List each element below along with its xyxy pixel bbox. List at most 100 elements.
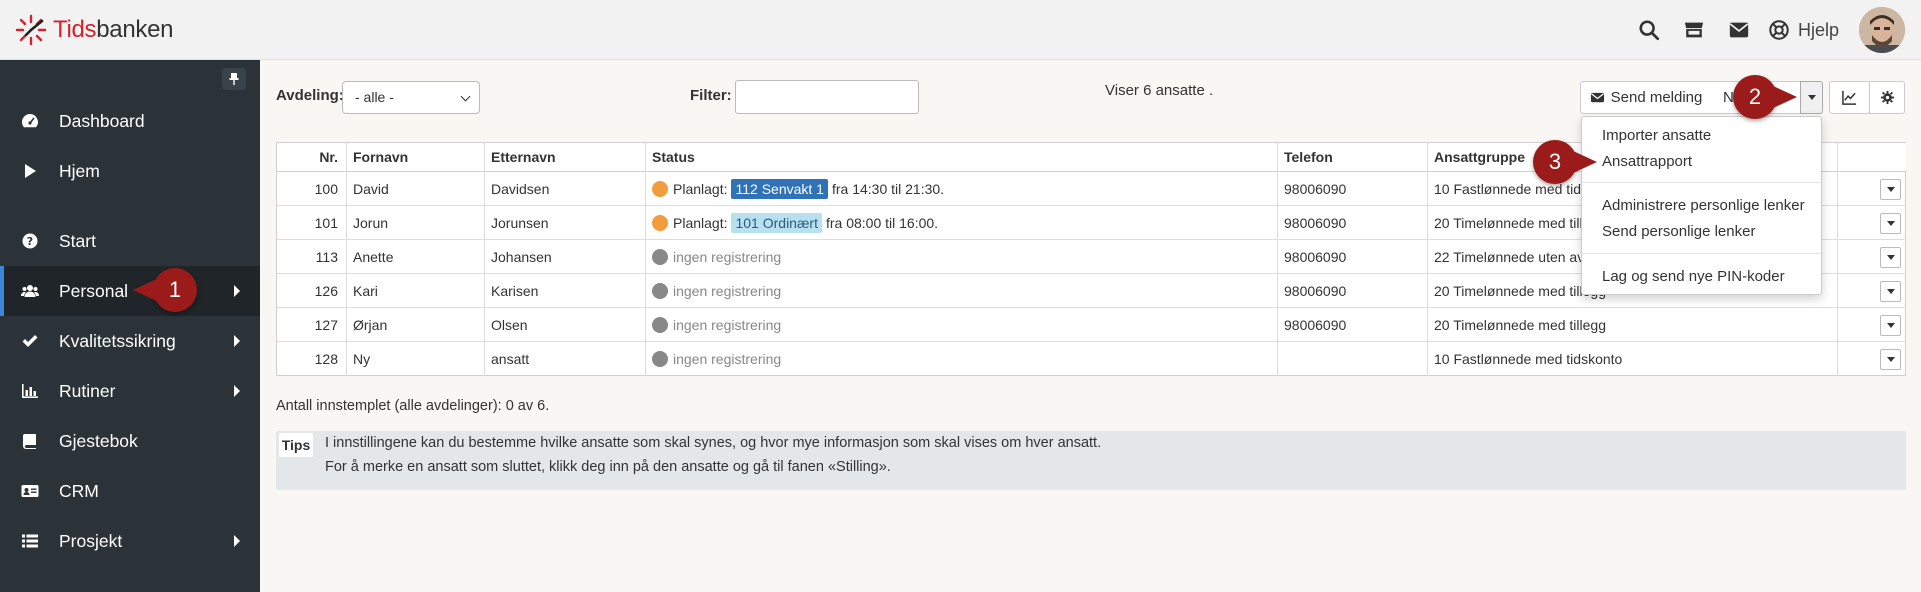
table-cell-status: ingen registrering — [646, 308, 1278, 342]
column-header-phone[interactable]: Telefon — [1278, 143, 1428, 172]
table-cell-last-name: ansatt — [485, 342, 646, 376]
row-actions-button[interactable] — [1880, 281, 1901, 302]
callout-step-3: 3 — [1533, 140, 1597, 184]
pin-sidebar-button[interactable] — [222, 68, 246, 90]
sidebar-item-dashboard[interactable]: Dashboard — [0, 96, 260, 146]
table-cell-nr: 101 — [277, 206, 347, 240]
status-none-icon — [652, 282, 668, 299]
row-actions-button[interactable] — [1880, 247, 1901, 268]
more-actions-dropdown-toggle[interactable] — [1800, 81, 1823, 114]
row-actions-button[interactable] — [1880, 179, 1901, 200]
sidebar-item-hjem[interactable]: Hjem — [0, 146, 260, 196]
user-photo-icon — [1859, 7, 1905, 53]
menu-item-employee-report[interactable]: Ansattrapport — [1602, 153, 1692, 170]
table-cell-employee-group: 10 Fastlønnede med tidskonto — [1428, 342, 1838, 376]
settings-button[interactable] — [1869, 81, 1905, 114]
store-icon — [1685, 22, 1704, 38]
showing-count-text: Viser 6 ansatte . — [1105, 82, 1214, 99]
help-button[interactable]: Hjelp — [1768, 19, 1839, 41]
table-cell-last-name: Davidsen — [485, 172, 646, 206]
bar-chart-icon — [21, 382, 39, 400]
row-actions-button[interactable] — [1880, 349, 1901, 370]
table-cell-first-name: David — [347, 172, 485, 206]
table-cell-nr: 126 — [277, 274, 347, 308]
sidebar: Dashboard Hjem ? Start Personal Kvalitet… — [0, 60, 260, 592]
caret-down-icon — [1886, 289, 1895, 294]
filter-input[interactable] — [735, 80, 919, 114]
dashboard-icon — [21, 112, 39, 130]
search-button[interactable] — [1627, 0, 1672, 60]
brand-logo[interactable]: Tidsbanken — [14, 13, 174, 47]
menu-item-manage-personal-links[interactable]: Administrere personlige lenker — [1602, 197, 1805, 214]
statistics-button[interactable] — [1829, 81, 1870, 114]
table-cell-first-name: Kari — [347, 274, 485, 308]
caret-down-icon — [1886, 323, 1895, 328]
users-icon — [21, 282, 39, 300]
sidebar-item-crm[interactable]: CRM — [0, 466, 260, 516]
envelope-icon — [1730, 22, 1749, 38]
status-planned-icon — [652, 214, 668, 231]
table-cell-phone: 98006090 — [1278, 172, 1428, 206]
table-cell-status: ingen registrering — [646, 240, 1278, 274]
line-chart-icon — [1842, 90, 1857, 105]
column-header-nr[interactable]: Nr. — [277, 143, 347, 172]
messages-button[interactable] — [1717, 0, 1762, 60]
caret-down-icon — [1807, 95, 1816, 100]
brand-name: Tidsbanken — [53, 16, 174, 43]
table-cell-nr: 127 — [277, 308, 347, 342]
table-cell-first-name: Ny — [347, 342, 485, 376]
store-button[interactable] — [1672, 0, 1717, 60]
table-cell-last-name: Johansen — [485, 240, 646, 274]
sidebar-item-prosjekt[interactable]: Prosjekt — [0, 516, 260, 566]
svg-text:?: ? — [27, 235, 33, 248]
menu-item-send-personal-links[interactable]: Send personlige lenker — [1602, 223, 1755, 240]
tips-box: Tips I innstillingene kan du bestemme hv… — [276, 431, 1906, 490]
column-header-actions — [1838, 143, 1906, 172]
check-icon — [21, 332, 39, 350]
tips-line-2: For å merke en ansatt som sluttet, klikk… — [325, 459, 891, 475]
book-icon — [21, 432, 39, 450]
send-message-button[interactable]: Send melding — [1580, 81, 1712, 114]
row-actions-button[interactable] — [1880, 213, 1901, 234]
table-cell-phone: 98006090 — [1278, 308, 1428, 342]
table-cell-phone — [1278, 342, 1428, 376]
clock-logo-icon — [15, 14, 47, 46]
status-planned-icon — [652, 180, 668, 197]
help-label: Hjelp — [1797, 19, 1839, 40]
column-header-status[interactable]: Status — [646, 143, 1278, 172]
expand-arrow-icon — [234, 285, 240, 297]
clocked-in-summary: Antall innstemplet (alle avdelinger): 0 … — [276, 398, 550, 414]
shift-badge: 101 Ordinært — [731, 212, 822, 233]
tips-label: Tips — [279, 433, 313, 457]
table-cell-first-name: Ørjan — [347, 308, 485, 342]
table-cell-first-name: Jorun — [347, 206, 485, 240]
column-header-first-name[interactable]: Fornavn — [347, 143, 485, 172]
sidebar-item-rutiner[interactable]: Rutiner — [0, 366, 260, 416]
sidebar-item-gjestebok[interactable]: Gjestebok — [0, 416, 260, 466]
table-cell-phone: 98006090 — [1278, 240, 1428, 274]
sidebar-item-personal[interactable]: Personal — [0, 266, 260, 316]
department-select[interactable]: - alle - — [342, 81, 480, 114]
question-circle-icon: ? — [21, 232, 39, 250]
menu-item-import-employees[interactable]: Importer ansatte — [1602, 127, 1711, 144]
table-cell-status: ingen registrering — [646, 274, 1278, 308]
menu-divider — [1582, 182, 1821, 183]
row-actions-button[interactable] — [1880, 315, 1901, 336]
menu-item-send-new-pin-codes[interactable]: Lag og send nye PIN-koder — [1602, 268, 1785, 285]
user-avatar[interactable] — [1859, 7, 1905, 53]
sidebar-item-start[interactable]: ? Start — [0, 216, 260, 266]
column-header-last-name[interactable]: Etternavn — [485, 143, 646, 172]
search-icon — [1639, 20, 1660, 41]
table-cell-status: Planlagt: 112 Senvakt 1 fra 14:30 til 21… — [646, 172, 1278, 206]
envelope-icon — [1590, 92, 1604, 103]
callout-step-2: 2 — [1733, 75, 1797, 119]
status-none-icon — [652, 316, 668, 333]
table-cell-phone: 98006090 — [1278, 274, 1428, 308]
table-cell-nr: 100 — [277, 172, 347, 206]
table-cell-last-name: Olsen — [485, 308, 646, 342]
sidebar-item-kvalitetssikring[interactable]: Kvalitetssikring — [0, 316, 260, 366]
gear-icon — [1880, 90, 1894, 105]
caret-down-icon — [1886, 187, 1895, 192]
table-cell-status: ingen registrering — [646, 342, 1278, 376]
table-cell-phone: 98006090 — [1278, 206, 1428, 240]
